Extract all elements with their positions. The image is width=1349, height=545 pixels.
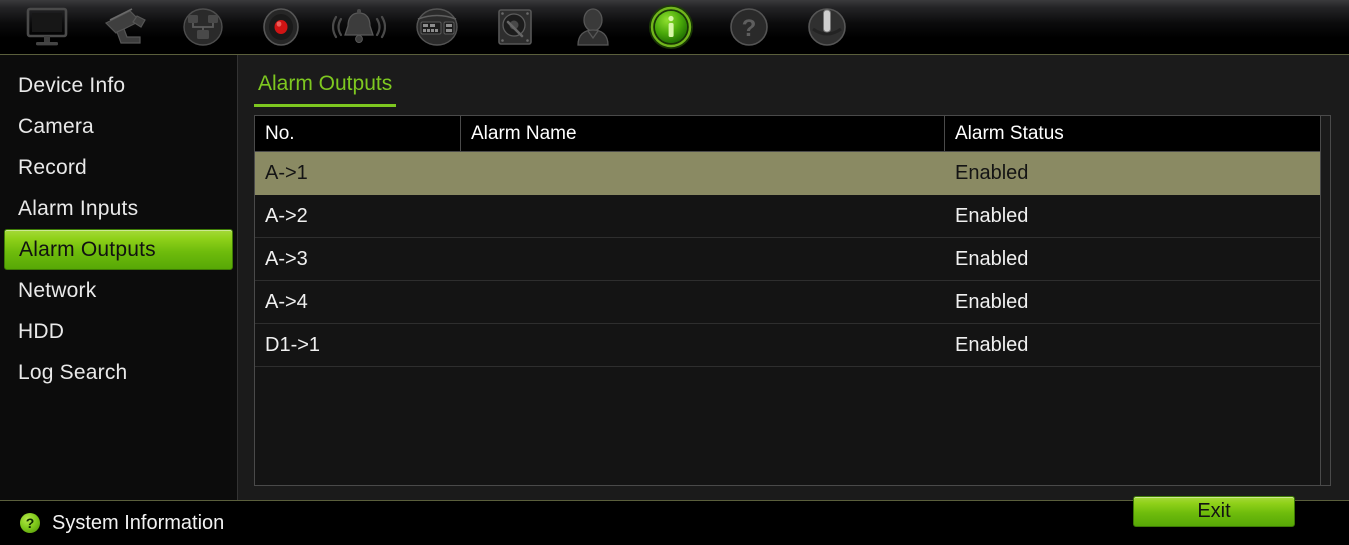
- sidebar-item-alarm-inputs[interactable]: Alarm Inputs: [4, 188, 233, 229]
- record-icon[interactable]: [242, 1, 320, 53]
- cell-alarm-name: [461, 238, 945, 280]
- cell-alarm-name: [461, 195, 945, 237]
- export-icon[interactable]: [398, 1, 476, 53]
- sidebar-item-label: Camera: [18, 114, 94, 138]
- cell-no: A->1: [265, 161, 308, 184]
- sidebar-item-alarm-outputs[interactable]: Alarm Outputs: [4, 229, 233, 270]
- shutdown-icon[interactable]: [788, 1, 866, 53]
- tab-bar: Alarm Outputs: [254, 71, 1331, 107]
- sidebar-item-network[interactable]: Network: [4, 270, 233, 311]
- sidebar-item-log-search[interactable]: Log Search: [4, 352, 233, 393]
- user-icon[interactable]: [554, 1, 632, 53]
- main-toolbar: ?: [0, 0, 1349, 55]
- column-header-alarm-name: Alarm Name: [461, 116, 945, 151]
- cell-alarm-name: [461, 152, 945, 194]
- table-row[interactable]: A->4 Enabled: [255, 281, 1320, 324]
- column-header-label: No.: [265, 122, 295, 144]
- sidebar-item-record[interactable]: Record: [4, 147, 233, 188]
- sidebar-item-hdd[interactable]: HDD: [4, 311, 233, 352]
- table-row[interactable]: A->2 Enabled: [255, 195, 1320, 238]
- cell-alarm-status: Enabled: [955, 161, 1029, 184]
- cell-alarm-name: [461, 324, 945, 366]
- sidebar: Device Info Camera Record Alarm Inputs A…: [0, 55, 238, 500]
- cell-no: D1->1: [265, 333, 321, 356]
- camera-icon[interactable]: [86, 1, 164, 53]
- cell-no: A->2: [265, 204, 308, 227]
- table-row[interactable]: A->1 Enabled: [255, 152, 1320, 195]
- cell-no: A->4: [265, 290, 308, 313]
- alarm-bell-icon[interactable]: [320, 1, 398, 53]
- sidebar-item-label: Record: [18, 155, 87, 179]
- cell-alarm-name: [461, 281, 945, 323]
- cell-alarm-status: Enabled: [955, 290, 1029, 313]
- cell-no: A->3: [265, 247, 308, 270]
- dvr-window: ? Device Info Camera Record Alarm Inputs…: [0, 0, 1349, 545]
- sidebar-item-label: Alarm Inputs: [18, 196, 139, 220]
- exit-button[interactable]: Exit: [1133, 496, 1295, 527]
- table-main: No. Alarm Name Alarm Status A->1 Enabled…: [255, 116, 1320, 485]
- content-panel: Alarm Outputs No. Alarm Name Alarm Statu…: [238, 55, 1349, 527]
- column-header-label: Alarm Status: [955, 122, 1064, 144]
- tab-alarm-outputs[interactable]: Alarm Outputs: [254, 71, 397, 107]
- help-icon[interactable]: ?: [710, 1, 788, 53]
- sidebar-item-label: Alarm Outputs: [19, 237, 156, 261]
- cell-alarm-status: Enabled: [955, 333, 1029, 356]
- sidebar-item-label: Network: [18, 278, 97, 302]
- exit-button-label: Exit: [1197, 500, 1231, 522]
- help-circle-icon: ?: [20, 513, 40, 533]
- sidebar-item-device-info[interactable]: Device Info: [4, 65, 233, 106]
- sidebar-item-label: Log Search: [18, 360, 128, 384]
- table-row[interactable]: D1->1 Enabled: [255, 324, 1320, 367]
- sidebar-item-camera[interactable]: Camera: [4, 106, 233, 147]
- table-header-row: No. Alarm Name Alarm Status: [255, 116, 1320, 152]
- column-header-label: Alarm Name: [471, 122, 577, 144]
- table-scrollbar[interactable]: [1320, 116, 1330, 485]
- button-bar: Exit: [254, 486, 1331, 527]
- hdd-icon[interactable]: [476, 1, 554, 53]
- column-header-alarm-status: Alarm Status: [945, 116, 1320, 151]
- svg-text:?: ?: [742, 15, 757, 42]
- alarm-outputs-table: No. Alarm Name Alarm Status A->1 Enabled…: [254, 115, 1331, 486]
- tab-label: Alarm Outputs: [258, 72, 393, 95]
- table-row[interactable]: A->3 Enabled: [255, 238, 1320, 281]
- table-empty-area: [255, 367, 1320, 485]
- sidebar-item-label: Device Info: [18, 73, 126, 97]
- table-body: A->1 Enabled A->2 Enabled A->3 Enabled A…: [255, 152, 1320, 485]
- sidebar-item-label: HDD: [18, 319, 65, 343]
- playback-icon[interactable]: [164, 1, 242, 53]
- cell-alarm-status: Enabled: [955, 204, 1029, 227]
- monitor-icon[interactable]: [8, 1, 86, 53]
- info-icon[interactable]: [632, 1, 710, 53]
- status-bar-text: System Information: [52, 511, 225, 534]
- main-body: Device Info Camera Record Alarm Inputs A…: [0, 55, 1349, 527]
- column-header-no: No.: [255, 116, 461, 151]
- cell-alarm-status: Enabled: [955, 247, 1029, 270]
